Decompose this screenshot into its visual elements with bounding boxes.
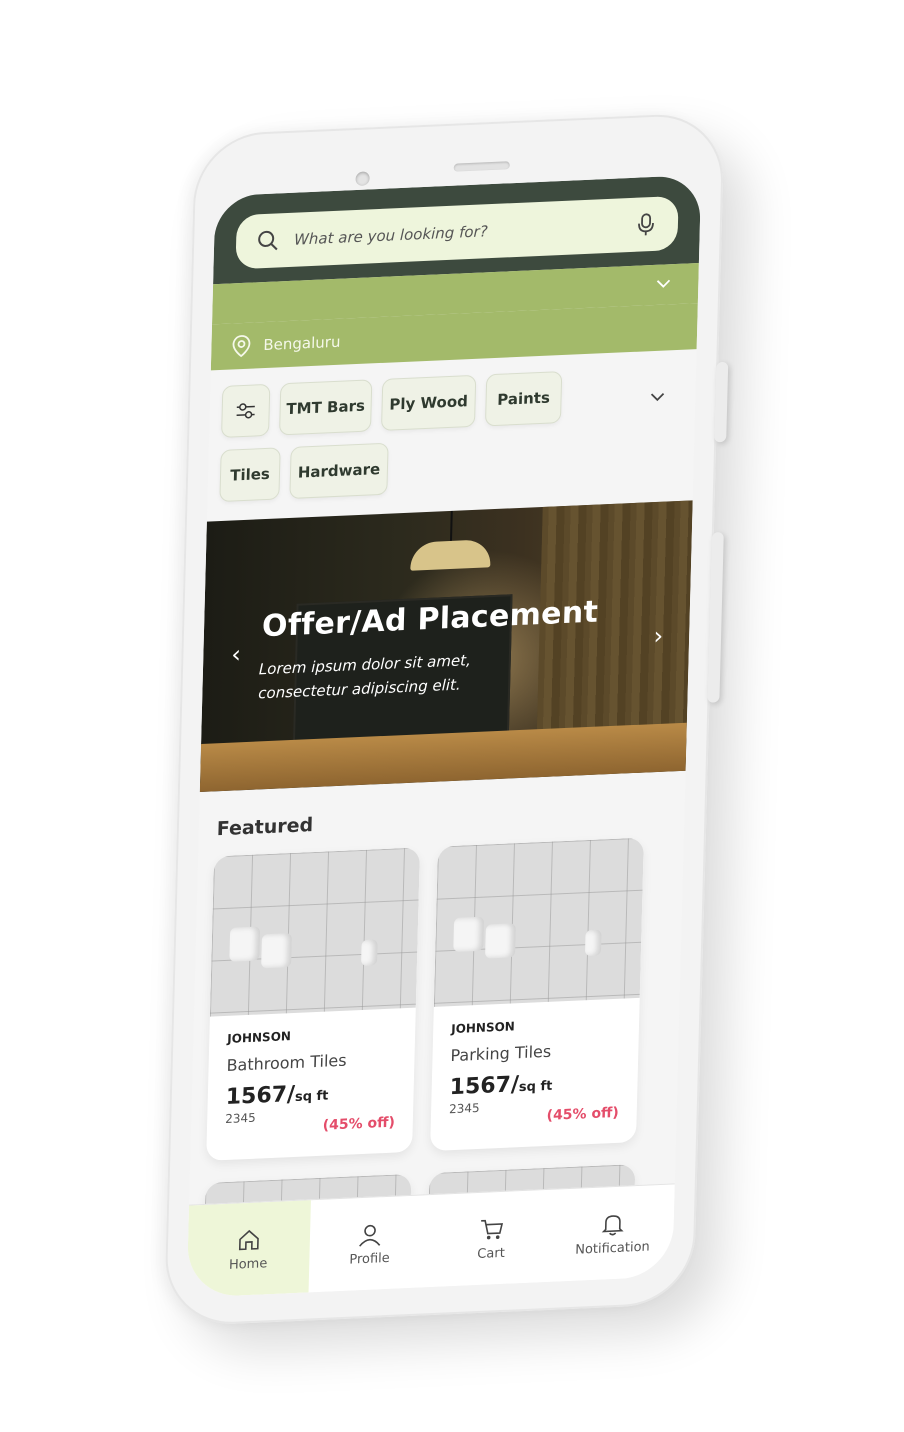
location-city: Bengaluru — [263, 332, 341, 355]
product-name: Parking Tiles — [450, 1041, 552, 1066]
filter-chip[interactable] — [221, 383, 271, 438]
chevron-down-icon[interactable] — [647, 386, 668, 407]
lamp-cord — [449, 510, 453, 543]
volume-button — [714, 361, 729, 443]
product-image — [209, 847, 421, 1017]
phone-frame: What are you looking for? Bengaluru TMT … — [163, 111, 729, 1327]
chevron-left-icon[interactable]: ‹ — [231, 640, 241, 668]
category-chip-paints[interactable]: Paints — [484, 371, 563, 427]
nav-cart-label: Cart — [477, 1245, 505, 1262]
banner-desk — [199, 722, 687, 793]
speaker — [453, 161, 510, 172]
product-brand: JOHNSON — [227, 1029, 292, 1046]
nav-cart[interactable]: Cart — [429, 1190, 553, 1287]
category-chip-hardware[interactable]: Hardware — [289, 442, 389, 499]
category-chip-ply-wood[interactable]: Ply Wood — [380, 374, 477, 431]
search-icon — [258, 230, 278, 251]
category-chips: TMT Bars Ply Wood Paints Tiles Hardware — [219, 367, 662, 503]
nav-notification[interactable]: Notification — [551, 1184, 675, 1281]
search-bar[interactable]: What are you looking for? — [235, 195, 679, 270]
home-icon — [238, 1229, 259, 1250]
app-screen: What are you looking for? Bengaluru TMT … — [186, 174, 702, 1298]
power-button — [707, 532, 724, 703]
banner-subtitle: Lorem ipsum dolor sit amet, consectetur … — [258, 648, 471, 705]
product-name: Bathroom Tiles — [226, 1050, 347, 1075]
nav-home-label: Home — [228, 1255, 268, 1273]
product-card[interactable]: JOHNSON Bathroom Tiles 1567/sq ft 2345 (… — [206, 847, 421, 1161]
location-pin-icon — [232, 335, 251, 358]
nav-profile[interactable]: Profile — [308, 1195, 432, 1292]
discount-badge: (45% off) — [546, 1104, 619, 1124]
category-chip-tmt-bars[interactable]: TMT Bars — [279, 379, 373, 436]
discount-badge: (45% off) — [322, 1114, 396, 1134]
product-card[interactable]: JOHNSON Parking Tiles 1567/sq ft 2345 (4… — [430, 837, 644, 1152]
nav-notification-label: Notification — [575, 1238, 650, 1258]
lamp-icon — [410, 539, 491, 571]
product-brand: JOHNSON — [451, 1019, 516, 1037]
nav-home[interactable]: Home — [186, 1200, 311, 1298]
microphone-icon[interactable] — [636, 212, 657, 237]
category-chip-tiles[interactable]: Tiles — [219, 447, 281, 503]
chevron-right-icon[interactable]: › — [653, 622, 663, 650]
nav-profile-label: Profile — [349, 1250, 390, 1268]
bell-icon — [602, 1214, 624, 1235]
search-placeholder[interactable]: What are you looking for? — [294, 216, 636, 248]
offer-banner[interactable]: ‹ › Offer/Ad Placement Lorem ipsum dolor… — [199, 500, 693, 793]
bottom-nav: Home Profile Cart Notification — [186, 1183, 675, 1298]
featured-heading: Featured — [216, 814, 314, 841]
profile-icon — [359, 1224, 381, 1247]
chevron-down-icon[interactable] — [654, 274, 672, 293]
cart-icon — [480, 1219, 503, 1239]
filter-sliders-icon — [236, 403, 255, 419]
front-camera — [355, 171, 370, 187]
product-image — [433, 837, 644, 1007]
